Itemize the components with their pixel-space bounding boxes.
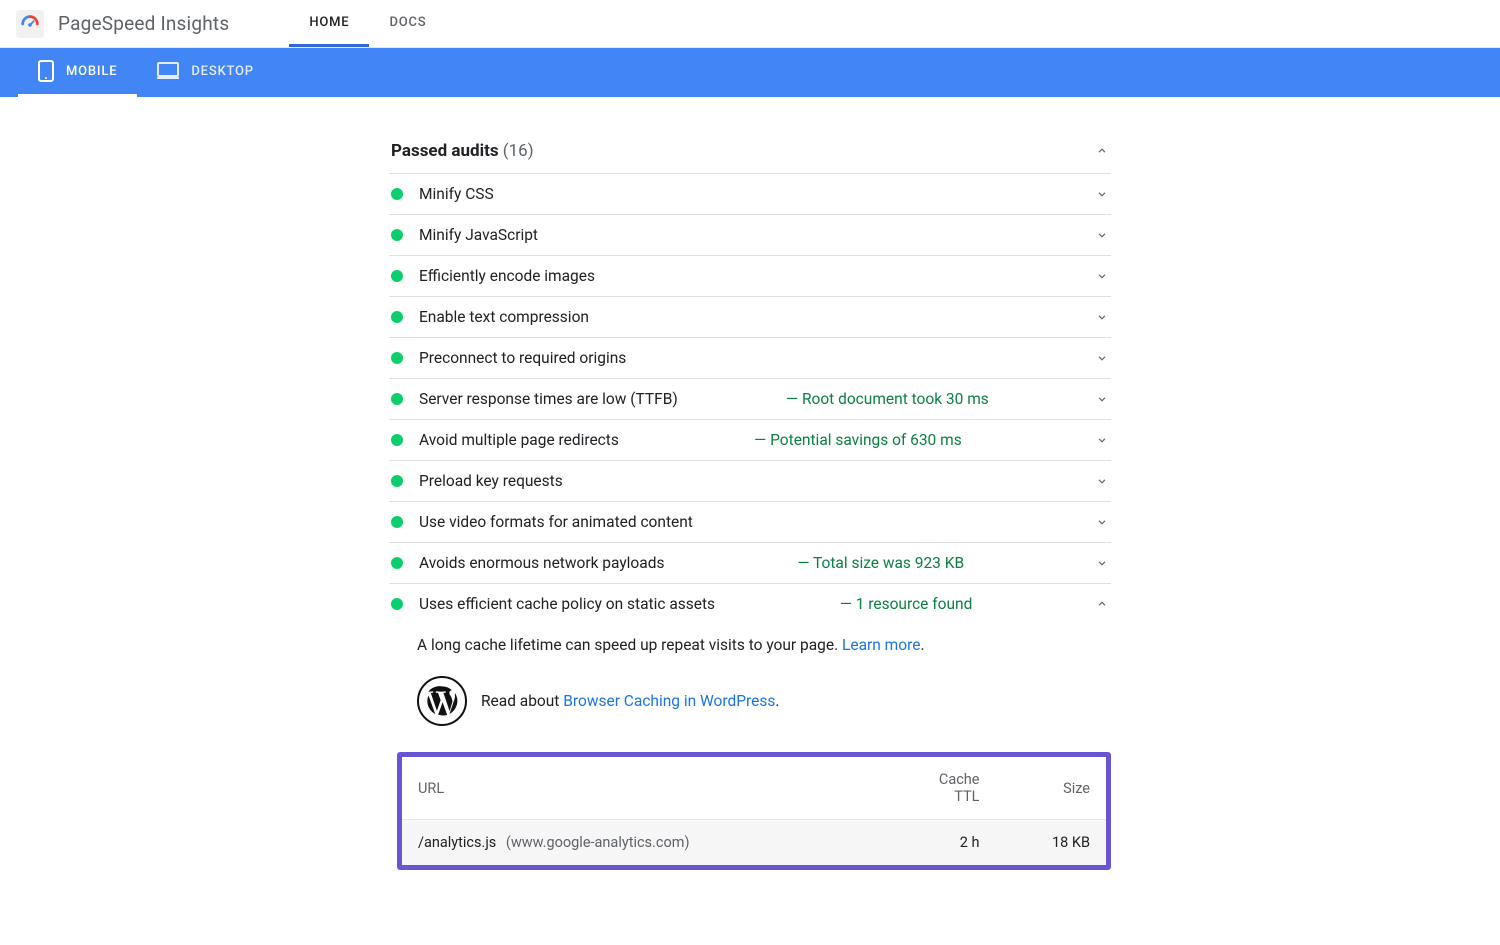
wp-pre: Read about <box>481 692 563 710</box>
chevron-down-icon <box>1095 269 1109 283</box>
audit-detail: Root document took 30 ms <box>786 390 989 408</box>
chevron-down-icon <box>1095 310 1109 324</box>
audit-row[interactable]: Server response times are low (TTFB) Root… <box>389 379 1111 420</box>
audit-label: Avoid multiple page redirects <box>419 431 744 449</box>
device-tab-bar: MOBILE DESKTOP <box>0 48 1500 97</box>
tab-docs[interactable]: DOCS <box>369 0 446 47</box>
passed-audits-header[interactable]: Passed audits (16) <box>389 137 1111 174</box>
audit-description: A long cache lifetime can speed up repea… <box>389 624 1111 658</box>
device-tab-desktop[interactable]: DESKTOP <box>137 48 274 97</box>
pass-bullet-icon <box>391 311 403 323</box>
cell-size: 18 KB <box>995 820 1106 866</box>
learn-more-link[interactable]: Learn more <box>842 636 920 654</box>
cell-ttl: 2 h <box>881 820 996 866</box>
pagespeed-logo <box>16 10 44 38</box>
audit-label: Uses efficient cache policy on static as… <box>419 595 830 613</box>
wordpress-tip-text: Read about Browser Caching in WordPress. <box>481 692 779 710</box>
pass-bullet-icon <box>391 598 403 610</box>
audit-label: Minify CSS <box>419 185 1087 203</box>
wordpress-cache-link[interactable]: Browser Caching in WordPress <box>563 692 775 710</box>
pass-bullet-icon <box>391 475 403 487</box>
resource-host: (www.google-analytics.com) <box>506 834 690 851</box>
audit-row[interactable]: Preload key requests <box>389 461 1111 502</box>
desktop-icon <box>157 62 179 80</box>
audit-detail: 1 resource found <box>840 595 973 613</box>
pass-bullet-icon <box>391 557 403 569</box>
chevron-down-icon <box>1095 515 1109 529</box>
col-size: Size <box>995 757 1106 820</box>
audit-row[interactable]: Enable text compression <box>389 297 1111 338</box>
wordpress-logo <box>417 676 467 726</box>
audit-label: Enable text compression <box>419 308 1087 326</box>
audit-row[interactable]: Minify JavaScript <box>389 215 1111 256</box>
wordpress-icon <box>424 683 460 719</box>
audit-label: Efficiently encode images <box>419 267 1087 285</box>
chevron-down-icon <box>1095 556 1109 570</box>
cache-resources-table: URL CacheTTL Size /analytics.js (www.goo… <box>397 752 1111 870</box>
pass-bullet-icon <box>391 516 403 528</box>
device-tab-label: DESKTOP <box>191 64 254 79</box>
pass-bullet-icon <box>391 393 403 405</box>
pass-bullet-icon <box>391 188 403 200</box>
audit-container: Passed audits (16) Minify CSS Minify Java… <box>389 137 1111 870</box>
tab-home[interactable]: HOME <box>289 0 369 47</box>
audit-detail: Total size was 923 KB <box>797 554 964 572</box>
mobile-icon <box>38 60 54 82</box>
col-ttl: CacheTTL <box>881 757 996 820</box>
chevron-up-icon <box>1095 144 1109 158</box>
table-header-row: URL CacheTTL Size <box>402 757 1106 820</box>
audit-list: Minify CSS Minify JavaScript Efficiently e… <box>389 174 1111 624</box>
chevron-down-icon <box>1095 187 1109 201</box>
audit-detail: Potential savings of 630 ms <box>754 431 962 449</box>
desc-post: . <box>920 636 924 654</box>
chevron-down-icon <box>1095 392 1109 406</box>
wp-post: . <box>775 692 779 710</box>
section-count: (16) <box>503 141 534 161</box>
pass-bullet-icon <box>391 270 403 282</box>
chevron-down-icon <box>1095 228 1109 242</box>
audit-row[interactable]: Avoids enormous network payloads Total si… <box>389 543 1111 584</box>
audit-label: Use video formats for animated content <box>419 513 1087 531</box>
desc-text: A long cache lifetime can speed up repea… <box>417 636 842 654</box>
audit-row[interactable]: Efficiently encode images <box>389 256 1111 297</box>
audit-label: Preload key requests <box>419 472 1087 490</box>
chevron-down-icon <box>1095 433 1109 447</box>
audit-label: Server response times are low (TTFB) <box>419 390 776 408</box>
resource-path: /analytics.js <box>418 834 496 851</box>
cell-url: /analytics.js (www.google-analytics.com) <box>402 820 881 866</box>
audit-row[interactable]: Avoid multiple page redirects Potential s… <box>389 420 1111 461</box>
pass-bullet-icon <box>391 229 403 241</box>
pass-bullet-icon <box>391 352 403 364</box>
audit-label: Avoids enormous network payloads <box>419 554 787 572</box>
col-url: URL <box>402 757 881 820</box>
audit-label: Preconnect to required origins <box>419 349 1087 367</box>
table-row: /analytics.js (www.google-analytics.com)… <box>402 820 1106 866</box>
pass-bullet-icon <box>391 434 403 446</box>
section-title-text: Passed audits <box>391 141 499 161</box>
chevron-down-icon <box>1095 474 1109 488</box>
app-header: PageSpeed Insights HOME DOCS <box>0 0 1500 48</box>
section-title: Passed audits (16) <box>391 141 534 161</box>
wordpress-tip: Read about Browser Caching in WordPress. <box>389 658 1111 744</box>
gauge-icon <box>19 13 41 35</box>
chevron-up-icon <box>1095 597 1109 611</box>
audit-row[interactable]: Use video formats for animated content <box>389 502 1111 543</box>
header-tabs: HOME DOCS <box>289 0 446 47</box>
audit-label: Minify JavaScript <box>419 226 1087 244</box>
device-tab-label: MOBILE <box>66 64 117 79</box>
audit-row[interactable]: Minify CSS <box>389 174 1111 215</box>
chevron-down-icon <box>1095 351 1109 365</box>
app-title: PageSpeed Insights <box>58 12 229 35</box>
device-tab-mobile[interactable]: MOBILE <box>18 48 137 97</box>
audit-row[interactable]: Uses efficient cache policy on static as… <box>389 584 1111 624</box>
audit-row[interactable]: Preconnect to required origins <box>389 338 1111 379</box>
